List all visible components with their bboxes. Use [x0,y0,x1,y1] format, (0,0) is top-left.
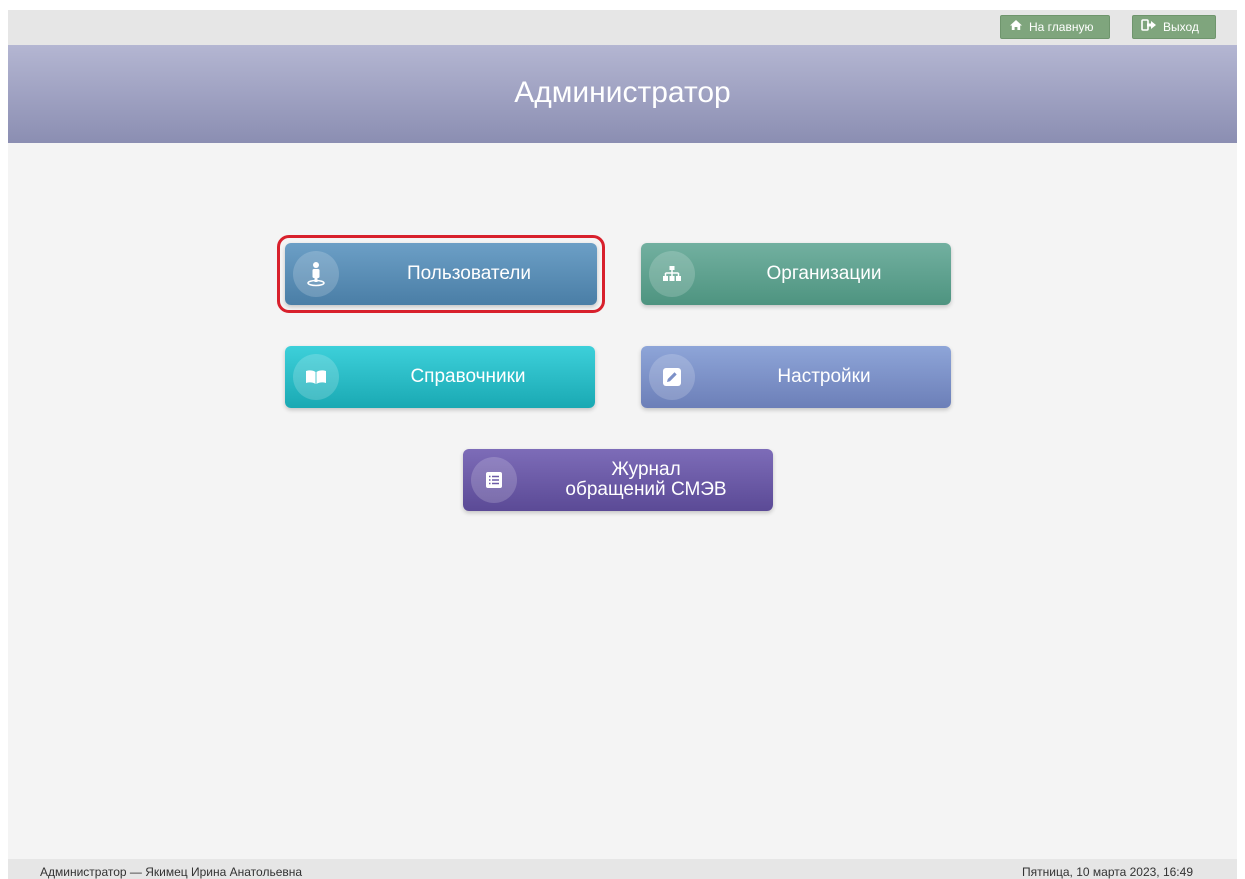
smev-log-tile-label: Журнал обращений СМЭВ [565,459,727,500]
smev-log-tile[interactable]: Журнал обращений СМЭВ [463,449,773,511]
list-icon [471,457,517,503]
logout-button-label: Выход [1163,20,1199,34]
dictionaries-tile-label: Справочники [410,366,526,387]
user-icon [293,251,339,297]
status-bar: Администратор — Якимец Ирина Анатольевна… [8,859,1237,879]
home-button[interactable]: На главную [1000,15,1110,39]
top-bar: На главную Выход [8,10,1237,45]
home-icon [1009,15,1029,39]
users-tile[interactable]: Пользователи [285,243,597,305]
settings-tile-label: Настройки [777,366,871,387]
organizations-tile[interactable]: Организации [641,243,951,305]
sign-out-icon [1141,15,1163,39]
page-header: Администратор [8,45,1237,143]
logout-button[interactable]: Выход [1132,15,1216,39]
edit-icon [649,354,695,400]
sitemap-icon [649,251,695,297]
organizations-tile-label: Организации [766,263,882,284]
settings-tile[interactable]: Настройки [641,346,951,408]
page-title: Администратор [514,76,731,109]
home-button-label: На главную [1029,20,1094,34]
users-tile-label: Пользователи [406,263,531,284]
app-window: На главную Выход Администратор Пользоват… [8,10,1237,879]
current-datetime: Пятница, 10 марта 2023, 16:49 [1022,865,1193,879]
dictionaries-tile[interactable]: Справочники [285,346,595,408]
book-icon [293,354,339,400]
current-user: Администратор — Якимец Ирина Анатольевна [40,865,303,879]
